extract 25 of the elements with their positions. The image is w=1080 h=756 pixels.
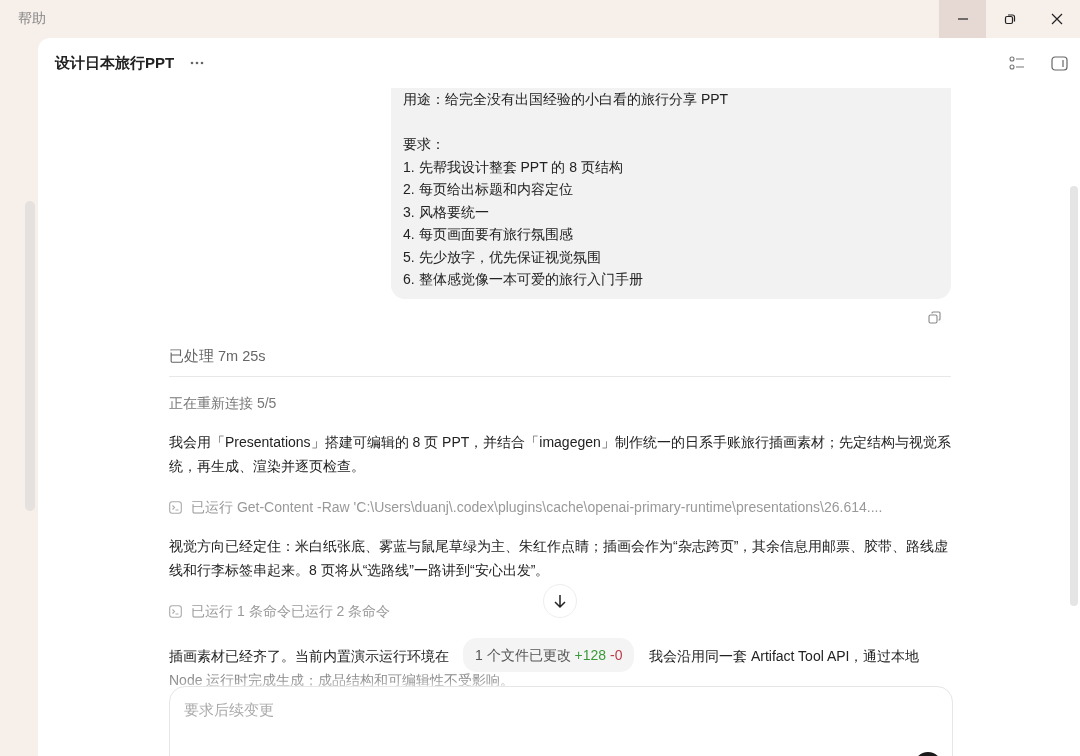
status-text: 正在重新连接 5/5 <box>169 394 278 413</box>
scroll-down-button[interactable] <box>543 583 577 618</box>
help-menu[interactable]: 帮助 <box>18 10 46 28</box>
terminal-icon <box>169 605 182 618</box>
restore-icon <box>1003 13 1016 25</box>
terminal-icon <box>169 501 182 514</box>
more-icon[interactable] <box>190 61 205 65</box>
arrow-down-icon <box>552 592 568 609</box>
composer-input[interactable]: 要求后续变更 <box>182 701 786 719</box>
scrollbar[interactable] <box>1070 186 1078 606</box>
assistant-text: 视觉方向已经定住：米白纸张底、雾蓝与鼠尾草绿为主、朱红作点睛；插画会作为“杂志跨页”，其余信息用邮票、胶带、路线虚线和行李标签串起来。8 页将从“选路线”一路讲到“安心出发”。 <box>169 536 950 580</box>
user-message: 用途：给完全没有出国经验的小白看的旅行分享 PPT 要求： 1. 先帮我设计整套 PPT 的 8 页结构 2. 每页给出标题和内容定位 3. 风格要统一 4. 每页画面要有旅行氛围感 5. 先少放字，优先保证视觉氛围 6. 整体感觉像一本可爱的旅行入门手册 <box>391 88 951 299</box>
sidebar-toggle-icon[interactable] <box>1051 55 1068 71</box>
command-summary[interactable]: 已运行 1 条命令已运行 2 条命令 <box>191 602 391 621</box>
copy-icon[interactable] <box>928 310 941 324</box>
assistant-text: 我会用「Presentations」搭建可编辑的 8 页 PPT，并结合「imagegen」制作统一的日系手账旅行插画素材；先定结构与视觉系统，再生成、渲染并逐页检查。 <box>169 432 951 476</box>
command-summary[interactable]: 已运行 Get-Content -Raw 'C:\Users\duanj\.codex\plugins\cache\openai-primary-runtime\presentations\26.614.... <box>191 498 883 517</box>
close-icon <box>1050 13 1063 25</box>
list-icon[interactable] <box>1009 56 1025 70</box>
chat-title: 设计日本旅行PPT <box>55 53 175 73</box>
file-changes-badge[interactable]: 1 个文件已更改 +128 -0 <box>463 637 635 672</box>
assistant-text: 我会沿用同一套 Artifact Tool API，通过本地 <box>649 646 920 666</box>
processed-time[interactable]: 已处理 7m 25s <box>169 346 951 366</box>
assistant-text: 插画素材已经齐了。当前内置演示运行环境在 <box>169 646 449 666</box>
composer-field[interactable]: 要求后续变更 <box>169 686 953 756</box>
